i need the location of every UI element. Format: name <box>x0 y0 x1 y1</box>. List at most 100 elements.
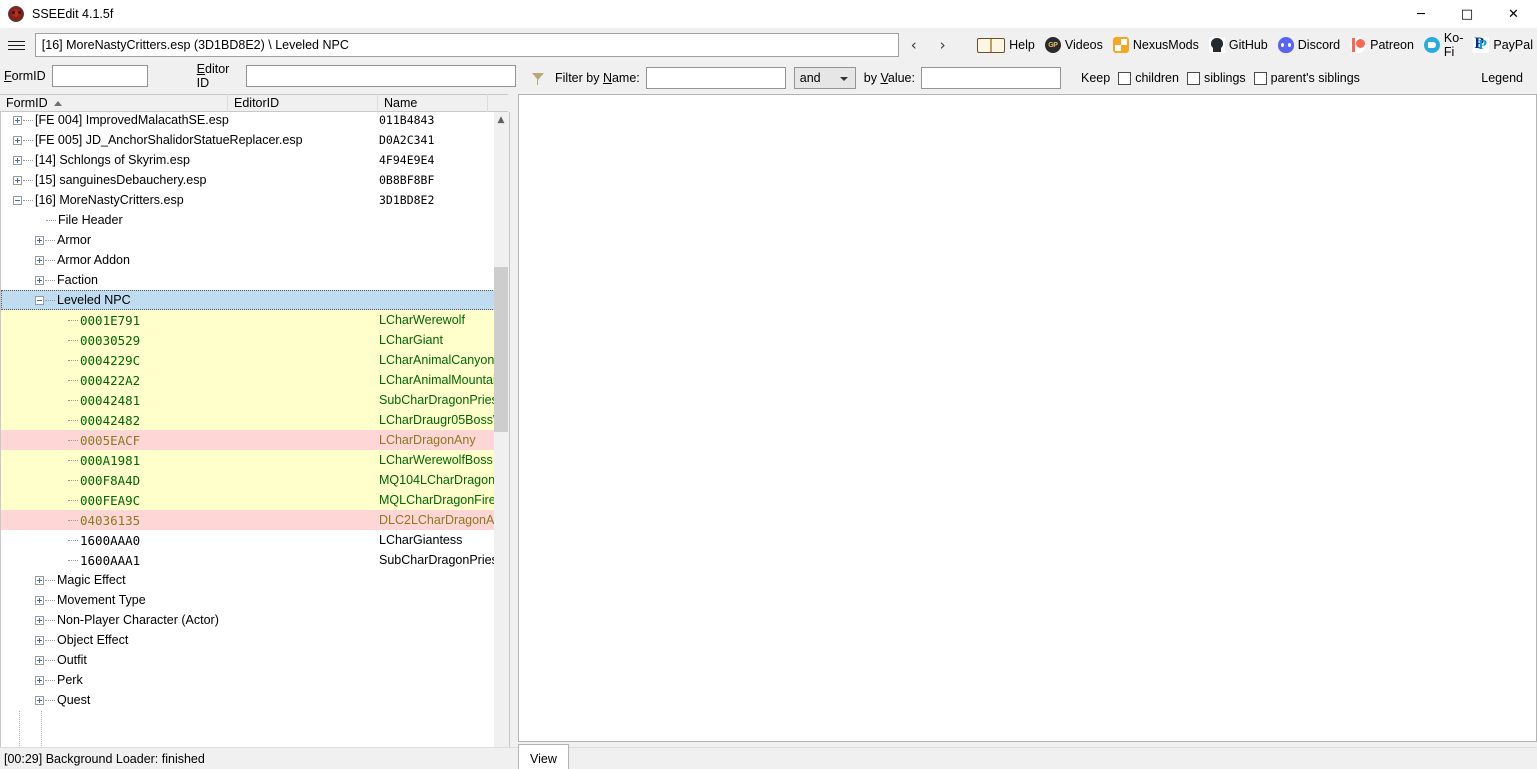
expand-icon[interactable] <box>35 255 44 265</box>
tree-row[interactable]: 000422A2 LCharAnimalMountainSnowPrey <box>1 370 507 390</box>
expand-icon[interactable] <box>13 175 22 185</box>
collapse-icon[interactable] <box>13 195 22 205</box>
legend-link[interactable]: Legend <box>1481 71 1523 85</box>
tree-row[interactable]: Object Effect <box>1 630 507 650</box>
checkbox-siblings-box[interactable] <box>1186 71 1200 85</box>
record-view-area[interactable] <box>518 94 1537 742</box>
tree-row[interactable]: Armor <box>1 230 507 250</box>
checkbox-siblings[interactable]: siblings <box>1186 71 1246 85</box>
expand-icon[interactable] <box>35 655 44 665</box>
tree-row-label: 000FEA9C <box>80 492 141 508</box>
expand-icon[interactable] <box>35 235 44 245</box>
tree-row-label: 1600AAA1 <box>80 552 141 568</box>
link-help[interactable]: Help <box>973 32 1039 58</box>
filter-by-name-input[interactable] <box>645 67 786 89</box>
tree-row[interactable]: Movement Type <box>1 590 507 610</box>
tree-row-name-cell: LCharGiantess <box>379 533 463 547</box>
tree-row[interactable]: Magic Effect <box>1 570 507 590</box>
scroll-up-icon[interactable]: ▲ <box>494 112 508 128</box>
tree-row[interactable]: Faction <box>1 270 507 290</box>
tree-row[interactable]: Non-Player Character (Actor) <box>1 610 507 630</box>
link-paypal[interactable]: PayPal <box>1469 32 1537 58</box>
tree-row-formid-cell: Non-Player Character (Actor) <box>1 610 379 630</box>
back-arrow-icon[interactable]: ‹ <box>899 30 928 60</box>
tree-connector-line <box>45 619 55 621</box>
checkbox-parents-siblings[interactable]: parent's siblings <box>1253 71 1360 85</box>
link-kofi[interactable]: Ko-Fi <box>1420 31 1467 59</box>
tree-row[interactable]: Perk <box>1 670 507 690</box>
tree-connector-line <box>68 519 78 521</box>
funnel-icon[interactable] <box>532 72 545 85</box>
tree-row[interactable]: Armor Addon <box>1 250 507 270</box>
link-nexusmods[interactable]: NexusMods <box>1109 32 1203 58</box>
filter-operator-select[interactable]: and <box>793 67 856 89</box>
tree-row[interactable]: 000A1981 LCharWerewolfBoss <box>1 450 507 470</box>
expand-icon[interactable] <box>35 675 44 685</box>
link-patreon[interactable]: Patreon <box>1346 32 1418 58</box>
tree-row[interactable]: Outfit <box>1 650 507 670</box>
expand-icon[interactable] <box>35 575 44 585</box>
tree-row[interactable]: [15] sanguinesDebauchery.esp 0B8BF8BF <box>1 170 507 190</box>
tree-row[interactable]: 04036135 DLC2LCharDragonAny <box>1 510 507 530</box>
minimize-button[interactable]: ─ <box>1398 0 1444 28</box>
sort-ascending-icon <box>53 100 62 106</box>
column-header-formid[interactable]: FormID <box>0 94 228 112</box>
tree-row-formid-cell: Outfit <box>1 650 379 670</box>
tree-row-label: 04036135 <box>80 512 141 528</box>
tree-row[interactable]: 0005EACF LCharDragonAny <box>1 430 507 450</box>
expand-icon[interactable] <box>35 635 44 645</box>
expand-icon[interactable] <box>13 155 22 165</box>
tree-row[interactable]: 000FEA9C MQLCharDragonFire <box>1 490 507 510</box>
tree-row[interactable]: [16] MoreNastyCritters.esp 3D1BD8E2 <box>1 190 507 210</box>
tab-view[interactable]: View <box>518 744 569 769</box>
tree-row-name-cell: MQLCharDragonFire <box>379 493 496 507</box>
checkbox-children-box[interactable] <box>1118 71 1132 85</box>
expand-icon[interactable] <box>13 115 22 125</box>
expand-icon[interactable] <box>35 595 44 605</box>
forward-arrow-icon[interactable]: › <box>928 30 957 60</box>
hamburger-menu-icon[interactable] <box>0 28 33 62</box>
expand-icon[interactable] <box>13 135 22 145</box>
address-bar[interactable]: [16] MoreNastyCritters.esp (3D1BD8E2) \ … <box>34 33 900 57</box>
tree-row[interactable]: Quest <box>1 690 507 710</box>
link-github[interactable]: GitHub <box>1205 32 1272 58</box>
expand-icon[interactable] <box>35 695 44 705</box>
tree-row[interactable]: [FE 005] JD_AnchorShalidorStatueReplacer… <box>1 130 507 150</box>
tree-row-name-cell: 0B8BF8BF <box>379 173 435 187</box>
link-videos[interactable]: GP Videos <box>1041 32 1107 58</box>
tree-row[interactable]: 0001E791 LCharWerewolf <box>1 310 507 330</box>
tree-row[interactable]: [FE 004] ImprovedMalacathSE.esp 011B4843 <box>1 112 507 130</box>
tree-row[interactable]: 00042481 SubCharDragonPriest <box>1 390 507 410</box>
tree-row-name-cell: LCharWerewolfBoss <box>379 453 493 467</box>
tree-row[interactable]: 00030529 LCharGiant <box>1 330 507 350</box>
checkbox-parents-siblings-box[interactable] <box>1253 71 1267 85</box>
tree-row-name-cell: LCharGiant <box>379 333 443 347</box>
close-button[interactable]: ✕ <box>1490 0 1537 28</box>
column-header-name[interactable]: Name <box>378 94 488 112</box>
scrollbar-thumb[interactable] <box>494 267 508 432</box>
checkbox-children[interactable]: children <box>1118 71 1179 85</box>
tree-row[interactable]: 0004229C LCharAnimalCanyonPrey <box>1 350 507 370</box>
column-header-editorid[interactable]: EditorID <box>228 94 378 112</box>
formid-input[interactable] <box>51 65 148 87</box>
tree-row-formid-cell: [14] Schlongs of Skyrim.esp <box>1 150 379 170</box>
tree-row[interactable]: File Header <box>1 210 507 230</box>
collapse-icon[interactable] <box>35 295 44 305</box>
tree-row[interactable]: Leveled NPC <box>1 290 507 310</box>
expand-icon[interactable] <box>35 615 44 625</box>
tree-row[interactable]: [14] Schlongs of Skyrim.esp 4F94E9E4 <box>1 150 507 170</box>
record-tree[interactable]: [FE 004] ImprovedMalacathSE.esp 011B4843[… <box>0 112 508 769</box>
tree-vertical-scrollbar[interactable]: ▲ ▼ <box>494 112 510 769</box>
tree-row[interactable]: 1600AAA0 LCharGiantess <box>1 530 507 550</box>
tree-row-name-cell: 011B4843 <box>379 113 435 127</box>
tree-row-label: 0005EACF <box>80 432 141 448</box>
tree-row-formid-cell: 00030529 <box>1 330 379 350</box>
expand-icon[interactable] <box>35 275 44 285</box>
link-discord[interactable]: Discord <box>1274 32 1344 58</box>
editorid-input[interactable] <box>246 65 516 87</box>
tree-row[interactable]: 00042482 LCharDraugr05BossWithDragonPries… <box>1 410 507 430</box>
by-value-input[interactable] <box>920 67 1061 89</box>
tree-row[interactable]: 000F8A4D MQ104LCharDragon <box>1 470 507 490</box>
tree-row[interactable]: 1600AAA1 SubCharDragonPriestess <box>1 550 507 570</box>
maximize-button[interactable]: □ <box>1444 0 1490 28</box>
